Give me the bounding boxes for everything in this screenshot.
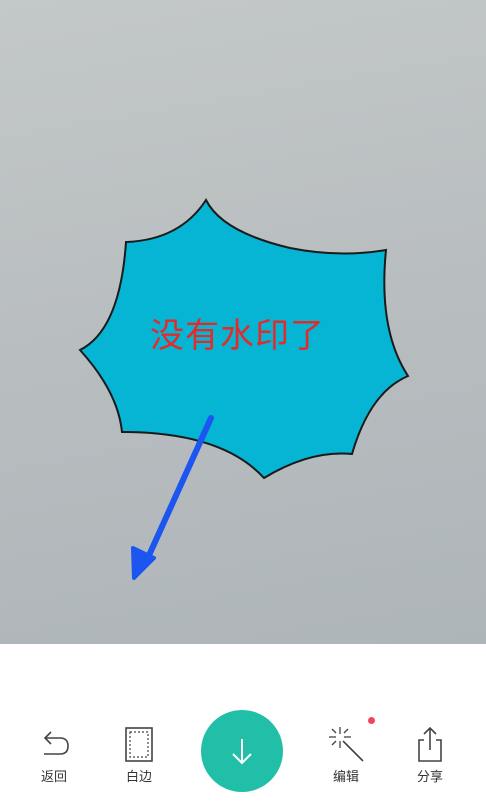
share-icon	[418, 726, 442, 762]
magic-wand-icon	[329, 727, 364, 762]
back-button[interactable]: 返回	[24, 724, 84, 785]
undo-arrow-icon	[43, 731, 69, 755]
new-feature-badge	[368, 717, 375, 724]
share-label: 分享	[416, 770, 443, 785]
download-arrow-icon	[232, 739, 252, 765]
blue-arrow-shaft	[143, 415, 214, 565]
back-label: 返回	[40, 770, 67, 785]
share-button[interactable]: 分享	[400, 724, 460, 785]
white-border-button[interactable]: 白边	[109, 724, 169, 785]
frame-border-icon	[125, 727, 153, 762]
edit-label: 编辑	[332, 770, 359, 785]
bottom-toolbar: 返回 白边 编辑 分享	[0, 644, 486, 812]
watermark-removed-text: 没有水印了	[150, 316, 325, 356]
photo-preview: 没有水印了	[0, 0, 486, 644]
edit-button[interactable]: 编辑	[316, 724, 376, 785]
white-border-label: 白边	[125, 770, 152, 785]
save-download-button[interactable]	[201, 710, 283, 792]
